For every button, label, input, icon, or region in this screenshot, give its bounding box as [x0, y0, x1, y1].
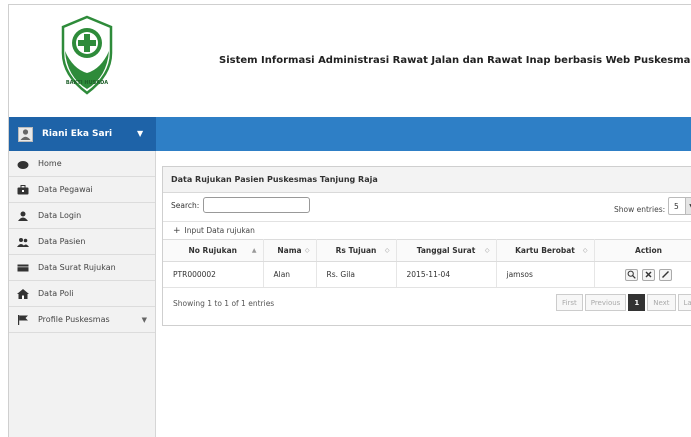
sidebar-item-data-surat-rujukan[interactable]: Data Surat Rujukan	[9, 255, 155, 281]
search-label: Search:	[171, 201, 200, 210]
logo-text: BAKTI HUSADA	[66, 80, 108, 86]
home-icon	[17, 159, 29, 169]
cell-nama: Alan	[263, 261, 317, 288]
app-window: BAKTI HUSADA Sistem Informasi Administra…	[8, 4, 691, 437]
cell-no-rujukan: PTR000002	[163, 261, 264, 288]
sidebar-item-label: Data Login	[38, 211, 82, 220]
building-icon	[17, 288, 29, 299]
sidebar-item-label: Data Surat Rujukan	[38, 263, 116, 272]
entries-select[interactable]: 5 ▼	[668, 197, 691, 215]
user-menu[interactable]: Riani Eka Sari ▼	[9, 117, 156, 151]
card-icon	[17, 263, 29, 273]
avatar	[18, 127, 33, 142]
add-rujukan-link[interactable]: + Input Data rujukan	[163, 221, 691, 239]
sidebar-item-label: Profile Puskesmas	[38, 315, 110, 324]
users-icon	[17, 237, 29, 247]
sidebar-item-data-pasien[interactable]: Data Pasien	[9, 229, 155, 255]
page-first-button[interactable]: First	[556, 294, 583, 311]
table-controls: Search: Show entries: 5 ▼	[163, 193, 691, 221]
search-input[interactable]	[203, 197, 310, 213]
column-header-no-rujukan[interactable]: No Rujukan ▲	[163, 239, 264, 262]
cell-rs-tujuan: Rs. Gila	[316, 261, 397, 288]
column-header-tanggal-surat[interactable]: Tanggal Surat ◇	[396, 239, 497, 262]
bakti-husada-logo: BAKTI HUSADA	[55, 13, 119, 97]
pagination: First Previous 1 Next Last	[556, 294, 691, 311]
delete-icon[interactable]	[642, 268, 655, 281]
chevron-down-icon: ▼	[685, 198, 691, 214]
sort-icon: ◇	[384, 247, 390, 254]
add-rujukan-label: Input Data rujukan	[184, 226, 255, 235]
user-name: Riani Eka Sari	[42, 129, 113, 139]
show-entries-label: Show entries:	[614, 205, 666, 214]
sort-icon: ◇	[484, 247, 490, 254]
chevron-down-icon: ▼	[137, 129, 144, 138]
page-previous-button[interactable]: Previous	[584, 294, 627, 311]
sidebar-item-data-login[interactable]: Data Login	[9, 203, 155, 229]
main-content: Data Rujukan Pasien Puskesmas Tanjung Ra…	[156, 151, 691, 437]
page-header: BAKTI HUSADA Sistem Informasi Administra…	[9, 5, 691, 117]
entries-info: Showing 1 to 1 of 1 entries	[173, 299, 275, 308]
page-1-button[interactable]: 1	[628, 294, 646, 311]
cell-action	[594, 261, 691, 288]
chevron-down-icon: ▼	[141, 316, 147, 324]
page-last-button[interactable]: Last	[677, 294, 691, 311]
cell-kartu-berobat: jamsos	[496, 261, 595, 288]
rujukan-table: No Rujukan ▲ Nama ◇ Rs Tujuan ◇ Tanggal Sur…	[163, 239, 691, 288]
sort-asc-icon: ▲	[251, 247, 257, 254]
rujukan-panel: Data Rujukan Pasien Puskesmas Tanjung Ra…	[162, 166, 691, 326]
plus-icon: +	[173, 225, 181, 236]
sidebar-item-label: Data Poli	[38, 289, 74, 298]
flag-icon	[17, 314, 29, 325]
column-header-action[interactable]: Action◇	[594, 239, 691, 262]
sidebar-item-profile-puskesmas[interactable]: Profile Puskesmas ▼	[9, 307, 155, 333]
sidebar-item-home[interactable]: Home	[9, 151, 155, 177]
page-next-button[interactable]: Next	[647, 294, 676, 311]
panel-title: Data Rujukan Pasien Puskesmas Tanjung Ra…	[163, 167, 691, 193]
table-row: PTR000002 Alan Rs. Gila 2015-11-04 jamso…	[163, 261, 691, 288]
top-navbar: Riani Eka Sari ▼	[9, 117, 691, 151]
sidebar-item-label: Data Pegawai	[38, 185, 93, 194]
table-footer: Showing 1 to 1 of 1 entries First Previo…	[163, 288, 691, 318]
sort-icon: ◇	[304, 247, 310, 254]
app-title: Sistem Informasi Administrasi Rawat Jala…	[219, 55, 691, 66]
sort-icon: ◇	[582, 247, 588, 254]
view-icon[interactable]	[624, 268, 638, 281]
column-header-nama[interactable]: Nama ◇	[263, 239, 317, 262]
edit-icon[interactable]	[659, 268, 673, 281]
sidebar-item-label: Data Pasien	[38, 237, 86, 246]
briefcase-icon	[17, 184, 29, 195]
column-header-kartu-berobat[interactable]: Kartu Berobat ◇	[496, 239, 595, 262]
cell-tanggal-surat: 2015-11-04	[396, 261, 497, 288]
sidebar-item-label: Home	[38, 159, 62, 168]
column-header-rs-tujuan[interactable]: Rs Tujuan ◇	[316, 239, 397, 262]
sidebar-item-data-pegawai[interactable]: Data Pegawai	[9, 177, 155, 203]
table-header-row: No Rujukan ▲ Nama ◇ Rs Tujuan ◇ Tanggal Sur…	[163, 239, 691, 262]
sidebar: Home Data Pegawai Data Login Data Pasien…	[9, 151, 156, 437]
entries-value: 5	[674, 201, 679, 211]
sidebar-item-data-poli[interactable]: Data Poli	[9, 281, 155, 307]
user-icon	[17, 211, 29, 221]
